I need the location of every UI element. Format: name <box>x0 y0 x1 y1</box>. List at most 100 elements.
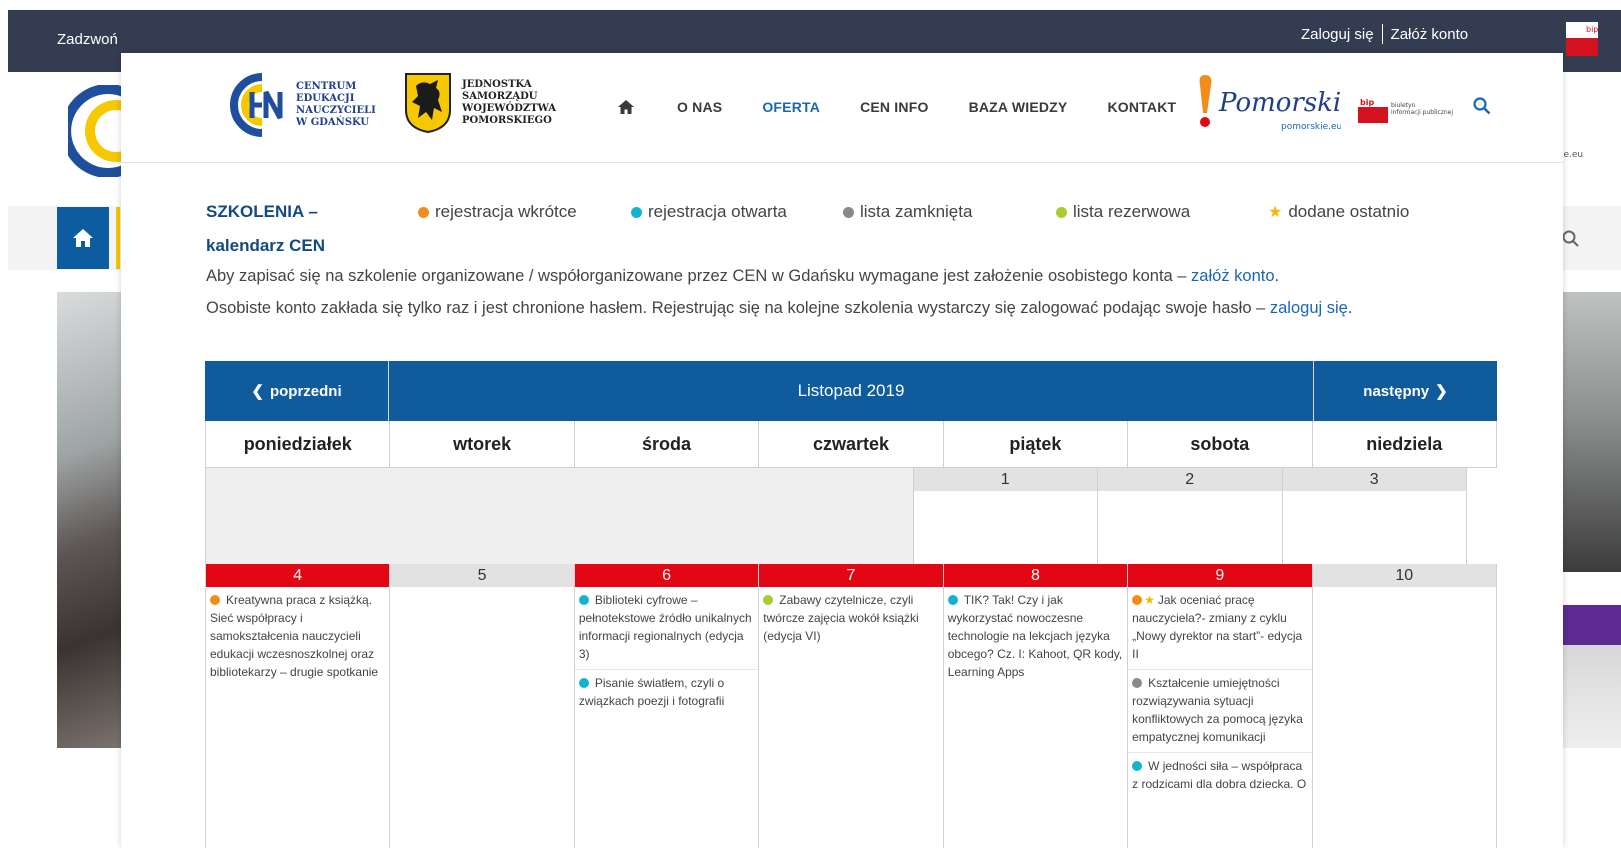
background-banner-image-left <box>57 292 121 748</box>
current-month: Listopad 2019 <box>797 381 905 400</box>
empty-days <box>206 468 914 564</box>
weekday-tuesday: wtorek <box>390 421 575 468</box>
voivodeship-logo-text: JEDNOSTKA SAMORZĄDU WOJEWÓDZTWA POMORSKI… <box>462 79 556 127</box>
cen-emblem-icon <box>230 73 283 137</box>
bip-label-text: bip <box>1360 98 1374 107</box>
voivodeship-logo[interactable]: JEDNOSTKA SAMORZĄDU WOJEWÓDZTWA POMORSKI… <box>404 72 556 134</box>
day-number: 8 <box>943 564 1128 587</box>
info-line-1: Aby zapisać się na szkolenie organizowan… <box>206 267 1279 286</box>
orange-dot-icon <box>418 206 429 218</box>
day-cell-4: 4 Kreatywna praca z książką. Sieć współp… <box>206 564 391 848</box>
cen-line-4: W GDAŃSKU <box>296 117 370 128</box>
site-header: CENTRUM EDUKACJI NAUCZYCIELI W GDAŃSKU J… <box>121 53 1563 163</box>
page-title-line-1: SZKOLENIA – <box>206 202 318 221</box>
calendar-week-2: 4 Kreatywna praca z książką. Sieć współp… <box>205 564 1497 848</box>
training-event[interactable]: TIK? Tak! Czy i jak wykorzystać nowoczes… <box>944 587 1127 687</box>
training-event[interactable]: ★ Jak oceniać pracę nauczyciela?- zmiany … <box>1128 587 1312 670</box>
background-home-button[interactable] <box>57 207 109 269</box>
bip-flag-icon[interactable]: bip <box>1566 22 1598 58</box>
day-number: 5 <box>390 564 574 587</box>
menu-item-oferta[interactable]: OFERTA <box>762 99 820 115</box>
weekday-sunday: niedziela <box>1312 421 1497 468</box>
bip-caption-line-1: biuletyn <box>1391 102 1416 109</box>
bip-header-logo[interactable]: bip biuletyn informacji publicznej <box>1358 95 1453 123</box>
pomorskie-url-text: pomorskie.eu <box>1281 122 1341 132</box>
previous-month-button[interactable]: ❮ poprzedni <box>205 361 389 421</box>
bip-caption-line-2: informacji publicznej <box>1391 109 1454 116</box>
previous-label: poprzedni <box>269 382 342 400</box>
info-line-2: Osobiste konto zakłada się tylko raz i j… <box>206 299 1352 318</box>
training-event[interactable]: Pisanie światłem, czyli o związkach poez… <box>575 670 758 716</box>
day-cell-3: 3 <box>1282 468 1467 564</box>
event-title: W jedności siła – współpraca z rodzicami… <box>1132 759 1307 791</box>
legend-item-reserve-list: lista rezerwowa <box>1056 202 1190 222</box>
jst-line-3: WOJEWÓDZTWA <box>462 103 556 114</box>
cen-line-1: CENTRUM <box>296 81 357 92</box>
menu-item-o-nas[interactable]: O NAS <box>677 99 722 115</box>
day-number: 1 <box>913 468 1097 491</box>
training-event[interactable]: Biblioteki cyfrowe – pełnotekstowe źródł… <box>574 587 759 670</box>
day-number: 2 <box>1098 468 1282 491</box>
day-cell-1: 1 <box>913 468 1098 564</box>
day-number: 3 <box>1282 468 1466 491</box>
event-title: Kształcenie umiejętności rozwiązywania s… <box>1132 676 1303 744</box>
svg-text:bip: bip <box>1586 25 1598 34</box>
event-title: Zabawy czytelnicze, czyli twórcze zajęci… <box>763 593 919 643</box>
background-account-links: Zaloguj się Załóż konto <box>1301 24 1468 44</box>
legend-item-registration-soon: rejestracja wkrótce <box>418 202 577 222</box>
pomorskie-script-text: Pomorskie <box>1218 88 1341 118</box>
weekday-saturday: sobota <box>1128 421 1313 468</box>
pomorskie-logo[interactable]: Pomorskie pomorskie.eu <box>1191 73 1341 135</box>
cen-logo[interactable]: CENTRUM EDUKACJI NAUCZYCIELI W GDAŃSKU <box>222 72 376 138</box>
background-call-text: Zadzwoń <box>57 31 118 48</box>
event-title: Kreatywna praca z książką. Sieć współpra… <box>210 593 379 679</box>
search-icon[interactable] <box>1473 97 1491 115</box>
divider <box>1381 24 1383 44</box>
next-label: następny <box>1363 382 1430 400</box>
cyan-dot-icon <box>578 678 589 688</box>
legend-label: lista zamknięta <box>860 202 973 221</box>
day-cell-6: 6 Biblioteki cyfrowe – pełnotekstowe źró… <box>574 564 760 848</box>
info-end: . <box>1274 267 1280 285</box>
calendar-week-1: 1 2 3 <box>205 468 1497 564</box>
cen-line-3: NAUCZYCIELI <box>296 105 376 116</box>
legend-item-list-closed: lista zamknięta <box>843 202 972 222</box>
menu-item-baza-wiedzy[interactable]: BAZA WIEDZY <box>969 99 1068 115</box>
day-cell-8: 8 TIK? Tak! Czy i jak wykorzystać nowocz… <box>943 564 1129 848</box>
exclamation-icon <box>1199 75 1212 113</box>
training-event[interactable]: Kreatywna praca z książką. Sieć współpra… <box>206 587 389 687</box>
day-cell-9: 9 ★ Jak oceniać pracę nauczyciela?- zmian… <box>1128 564 1313 848</box>
day-cell-7: 7 Zabawy czytelnicze, czyli twórcze zaję… <box>759 564 944 848</box>
day-cell-5: 5 <box>390 564 575 848</box>
grey-dot-icon <box>1132 678 1143 688</box>
home-icon[interactable] <box>617 99 635 115</box>
login-link[interactable]: Zaloguj się <box>1301 26 1374 43</box>
legend-row: SZKOLENIA – rejestracja wkrótce rejestra… <box>206 202 1506 230</box>
jst-line-4: POMORSKIEGO <box>462 115 552 126</box>
cen-logo-text: CENTRUM EDUKACJI NAUCZYCIELI W GDAŃSKU <box>296 81 376 129</box>
login-link[interactable]: zaloguj się <box>1270 299 1348 317</box>
create-account-link[interactable]: załóż konto <box>1191 267 1274 285</box>
legend-item-recently-added: ★ dodane ostatnio <box>1268 202 1409 222</box>
cen-line-2: EDUKACJI <box>296 93 355 104</box>
training-event[interactable]: Zabawy czytelnicze, czyli twórcze zajęci… <box>759 587 942 651</box>
event-title: TIK? Tak! Czy i jak wykorzystać nowoczes… <box>947 593 1123 679</box>
legend-label: rejestracja otwarta <box>648 202 787 221</box>
next-month-button[interactable]: następny ❯ <box>1313 361 1497 421</box>
star-icon: ★ <box>1144 593 1155 607</box>
orange-dot-icon <box>1132 595 1143 605</box>
info-end: . <box>1347 299 1353 317</box>
background-search-icon[interactable] <box>1562 230 1580 248</box>
cyan-dot-icon <box>578 595 589 605</box>
background-right-logo-text: ie.eu <box>1561 150 1584 160</box>
training-calendar: ❮ poprzedni Listopad 2019 następny ❯ pon… <box>205 361 1497 848</box>
menu-item-cen-info[interactable]: CEN INFO <box>860 99 929 115</box>
calendar-navigation: ❮ poprzedni Listopad 2019 następny ❯ <box>205 361 1497 421</box>
training-event[interactable]: W jedności siła – współpraca z rodzicami… <box>1128 753 1311 799</box>
menu-item-kontakt[interactable]: KONTAKT <box>1107 99 1176 115</box>
main-menu: O NAS OFERTA CEN INFO BAZA WIEDZY KONTAK… <box>617 99 1216 115</box>
register-link[interactable]: Załóż konto <box>1391 26 1469 43</box>
cyan-dot-icon <box>631 206 642 218</box>
day-cell-2: 2 <box>1098 468 1283 564</box>
training-event[interactable]: Kształcenie umiejętności rozwiązywania s… <box>1128 670 1312 753</box>
